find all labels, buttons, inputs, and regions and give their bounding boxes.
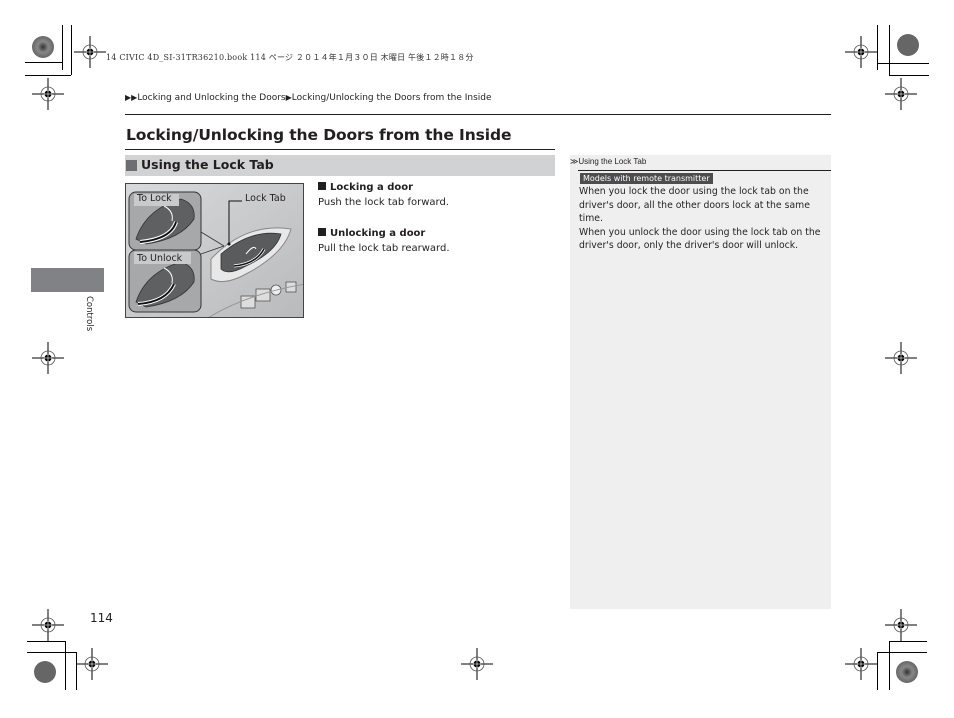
print-file-header: 14 CIVIC 4D_SI-31TR36210.book 114 ページ ２０… [106,53,474,62]
instruction-locking: Locking a door Push the lock tab forward… [318,180,449,210]
breadcrumb: ▶▶Locking and Unlocking the Doors▶Lockin… [125,93,492,103]
registration-mark-icon [884,341,918,375]
registration-mark-icon [31,341,65,375]
registration-mark-icon [460,647,494,681]
title-divider [125,149,555,150]
note-divider [578,170,831,171]
instruction-text: Push the lock tab forward. [318,197,449,208]
note-body: When you lock the door using the lock ta… [579,185,829,253]
instruction-text: Pull the lock tab rearward. [318,243,450,254]
registration-mark-icon [844,35,878,69]
breadcrumb-level1[interactable]: Locking and Unlocking the Doors [137,93,285,103]
instruction-unlocking: Unlocking a door Pull the lock tab rearw… [318,226,450,256]
lock-tab-illustration: To Lock To Unlock Lock Tab [125,183,304,318]
chapter-tab[interactable] [31,268,104,292]
section-title: Using the Lock Tab [141,157,274,172]
registration-mark-icon [884,77,918,111]
color-rosette-icon [897,34,919,56]
registration-mark-icon [844,647,878,681]
lock-tab-label: Lock Tab [245,193,286,204]
door-panel-drawing [126,184,303,317]
registration-mark-icon [31,77,65,111]
bullet-square-icon [318,182,326,190]
page-number: 114 [90,611,113,625]
header-divider [125,114,831,115]
double-arrow-icon: ▶▶ [125,93,138,102]
color-rosette-icon [34,661,56,683]
to-unlock-label: To Unlock [137,253,183,264]
bullet-square-icon [318,228,326,236]
instruction-heading: Unlocking a door [330,228,426,239]
note-paragraph: When you lock the door using the lock ta… [579,186,810,224]
registration-mark-icon [884,608,918,642]
color-rosette-icon [32,36,54,58]
models-badge: Models with remote transmitter [580,173,713,184]
chapter-tab-label: Controls [84,296,94,332]
color-rosette-icon [896,661,918,683]
registration-mark-icon [73,35,107,69]
sidebar-note: ≫Using the Lock Tab Models with remote t… [570,155,831,609]
note-title: Using the Lock Tab [578,157,647,166]
section-square-icon [126,160,137,171]
registration-mark-icon [75,647,109,681]
section-heading-bar: Using the Lock Tab [125,155,555,176]
note-paragraph: When you unlock the door using the lock … [579,226,821,252]
page-title: Locking/Unlocking the Doors from the Ins… [126,126,512,144]
registration-mark-icon [31,608,65,642]
instruction-heading: Locking a door [330,182,414,193]
to-lock-label: To Lock [137,193,172,204]
breadcrumb-level2[interactable]: Locking/Unlocking the Doors from the Ins… [292,93,492,103]
note-header: ≫Using the Lock Tab [570,157,646,166]
